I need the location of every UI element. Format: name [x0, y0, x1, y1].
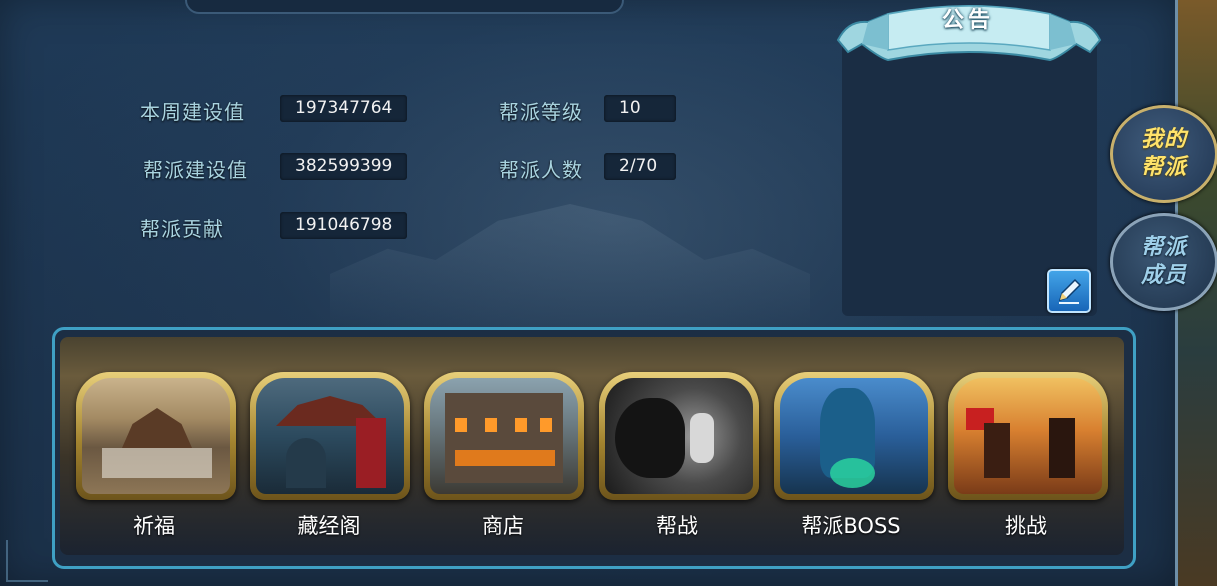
- feature-label-challenge: 挑战: [1005, 514, 1047, 538]
- top-bar: [185, 0, 624, 14]
- feature-card-guild-boss[interactable]: [774, 372, 934, 500]
- feature-card-guild-war[interactable]: [599, 372, 759, 500]
- guild-level-value: 10: [604, 95, 676, 122]
- feature-label-pray: 祈福: [133, 514, 175, 538]
- guild-build-value: 382599399: [280, 153, 408, 180]
- tab-my-guild[interactable]: 我的 帮派: [1110, 105, 1217, 203]
- notice-title: 公告: [941, 8, 994, 33]
- feature-label-library: 藏经阁: [297, 514, 361, 538]
- feature-label-shop: 商店: [482, 514, 524, 538]
- shop-image: [430, 378, 578, 494]
- feature-card-shop[interactable]: [424, 372, 584, 500]
- feature-card-challenge[interactable]: [948, 372, 1108, 500]
- guild-members-value: 2/70: [604, 153, 676, 180]
- tab-guild-members-label: 帮派 成员: [1140, 235, 1187, 288]
- feature-label-guild-war: 帮战: [656, 514, 698, 538]
- guild-level-label: 帮派等级: [499, 100, 583, 124]
- feature-card-library[interactable]: [250, 372, 410, 500]
- pencil-icon: [1058, 278, 1082, 304]
- guild-build-label: 帮派建设值: [143, 158, 248, 182]
- feature-label-guild-boss: 帮派BOSS: [801, 514, 901, 538]
- guild-contrib-label: 帮派贡献: [140, 217, 224, 241]
- tab-guild-members[interactable]: 帮派 成员: [1110, 213, 1217, 311]
- challenge-image: [954, 378, 1102, 494]
- library-image: [256, 378, 404, 494]
- edit-notice-button[interactable]: [1047, 269, 1091, 313]
- weekly-build-label: 本周建设值: [140, 100, 245, 124]
- guild-war-image: [605, 378, 753, 494]
- tab-my-guild-label: 我的 帮派: [1140, 127, 1187, 180]
- weekly-build-value: 197347764: [280, 95, 408, 122]
- corner-ornament: [6, 540, 48, 582]
- guild-members-label: 帮派人数: [499, 158, 583, 182]
- pray-image: [82, 378, 230, 494]
- guild-contrib-value: 191046798: [280, 212, 408, 239]
- feature-card-pray[interactable]: [76, 372, 236, 500]
- guild-boss-image: [780, 378, 928, 494]
